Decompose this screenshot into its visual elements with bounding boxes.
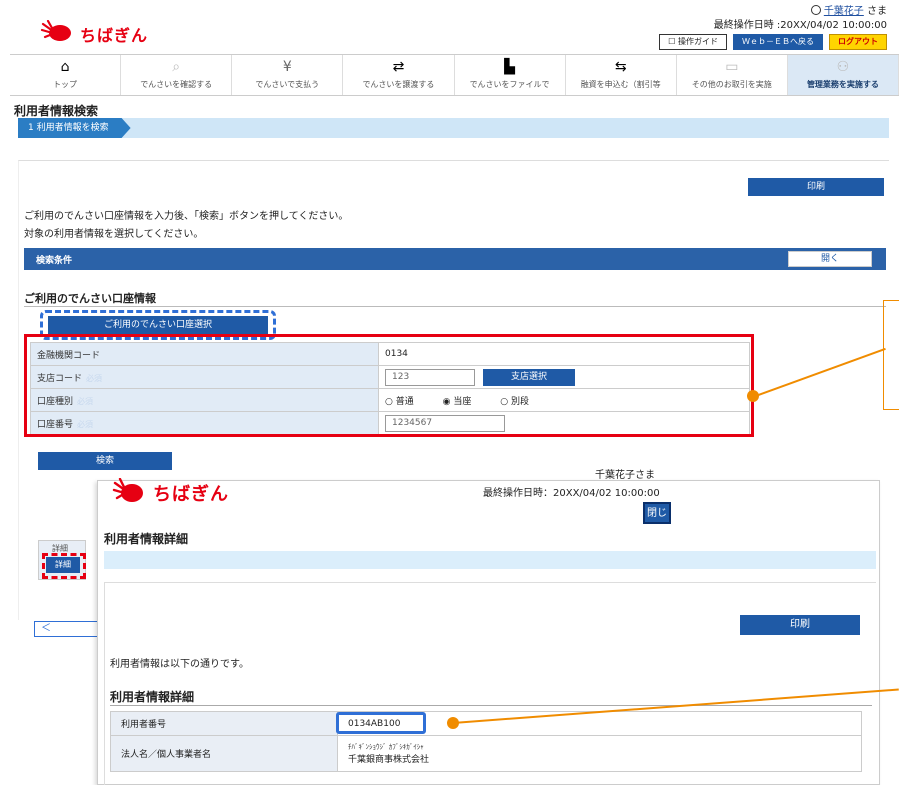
callout-box: [883, 300, 899, 410]
back-button[interactable]: ＜: [34, 621, 98, 637]
web-eb-return-button[interactable]: Ｗｅｂ－ＥＢへ戻る: [733, 34, 823, 50]
close-button[interactable]: 閉じる: [643, 502, 671, 539]
corp-name-value: 千葉銀商事株式会社: [348, 755, 430, 765]
user-greeting: 千葉花子 さま: [810, 2, 887, 17]
step-indicator: 1 利用者情報を検索: [18, 118, 131, 138]
chibagin-logo-icon: [112, 478, 143, 502]
search-button[interactable]: 検索: [38, 452, 172, 470]
brand-name: ちばぎん: [80, 26, 149, 45]
nav-item-check[interactable]: ⌕ でんさいを確認する: [121, 55, 233, 95]
magnifier-icon: ⌕: [172, 59, 181, 75]
loan-icon: ⇆: [614, 59, 627, 75]
transfer-icon: ⇄: [392, 59, 405, 75]
section-divider: [24, 306, 886, 307]
admin-icon: ⚇: [836, 59, 850, 75]
operation-guide-button[interactable]: ☐ 操作ガイド: [659, 34, 727, 50]
detail-row-user-number: 利用者番号 0134AB100: [110, 711, 862, 736]
nav-item-file[interactable]: ▙ でんさいをファイルで: [455, 55, 566, 95]
last-operation-time: 最終操作日時 :20XX/04/02 10:00:00: [713, 20, 887, 31]
corp-name-kana: ﾁﾊﾞｷﾞﾝｼｮｳｼﾞ ｶﾌﾞｼｷｶﾞｲｼｬ: [348, 743, 424, 751]
popup-section-divider: [110, 705, 872, 706]
nav-item-pay[interactable]: ¥ でんさいで支払う: [232, 55, 344, 95]
page-title: 利用者情報検索: [14, 104, 99, 118]
instructions: ご利用のでんさい口座情報を入力後、「検索」ボタンを押してください。 対象の利用者…: [24, 211, 349, 240]
nav-item-top[interactable]: ⌂ トップ: [10, 55, 122, 95]
file-icon: ▙: [504, 59, 515, 75]
chibagin-logo-icon: [40, 20, 71, 41]
detail-button-highlight: [42, 553, 86, 579]
step-bar: [18, 118, 889, 138]
yen-icon: ¥: [282, 59, 292, 75]
nav-item-other[interactable]: ▭ その他のお取引を実施: [677, 55, 788, 95]
detail-row-corp-name: 法人名／個人事業者名 ﾁﾊﾞｷﾞﾝｼｮｳｼﾞ ｶﾌﾞｼｷｶﾞｲｼｬ 千葉銀商事株…: [110, 735, 862, 772]
print-button[interactable]: 印刷: [748, 178, 884, 196]
corp-name-label: 法人名／個人事業者名: [110, 735, 338, 772]
nav-item-admin[interactable]: ⚇ 管理業務を実施する: [787, 55, 899, 95]
popup-message: 利用者情報は以下の通りです。: [110, 659, 249, 670]
user-number-label: 利用者番号: [110, 711, 338, 736]
account-section-title: ご利用のでんさい口座情報: [24, 292, 156, 305]
popup-user-name: 千葉花子さま: [595, 470, 655, 481]
form-highlight-box: [24, 334, 754, 437]
popup-step-bar: [104, 551, 876, 569]
house-icon: ⌂: [60, 59, 70, 75]
popup-last-operation: 最終操作日時：20XX/04/02 10:00:00: [483, 488, 660, 499]
global-nav: ⌂ トップ ⌕ でんさいを確認する ¥ でんさいで支払う ⇄ でんさいを譲渡する ▙ でん…: [10, 54, 899, 96]
popup-section-title: 利用者情報詳細: [110, 690, 195, 704]
popup-print-button[interactable]: 印刷: [740, 615, 860, 635]
popup-title: 利用者情報詳細: [104, 532, 189, 546]
user-number-highlight: [336, 712, 426, 734]
header-buttons: ☐ 操作ガイド Ｗｅｂ－ＥＢへ戻る ログアウト: [659, 34, 887, 50]
search-condition-label: 検索条件: [36, 256, 73, 266]
other-icon: ▭: [725, 59, 739, 75]
nav-item-loan[interactable]: ⇆ 融資を申込む（割引等: [566, 55, 677, 95]
user-icon: [810, 5, 821, 15]
search-condition-bar: [24, 248, 886, 270]
open-button[interactable]: 開く: [788, 251, 872, 267]
logout-button[interactable]: ログアウト: [829, 34, 887, 50]
nav-item-transfer[interactable]: ⇄ でんさいを譲渡する: [343, 55, 455, 95]
popup-brand-name: ちばぎん: [153, 484, 229, 505]
guide-icon: ☐: [668, 37, 678, 46]
